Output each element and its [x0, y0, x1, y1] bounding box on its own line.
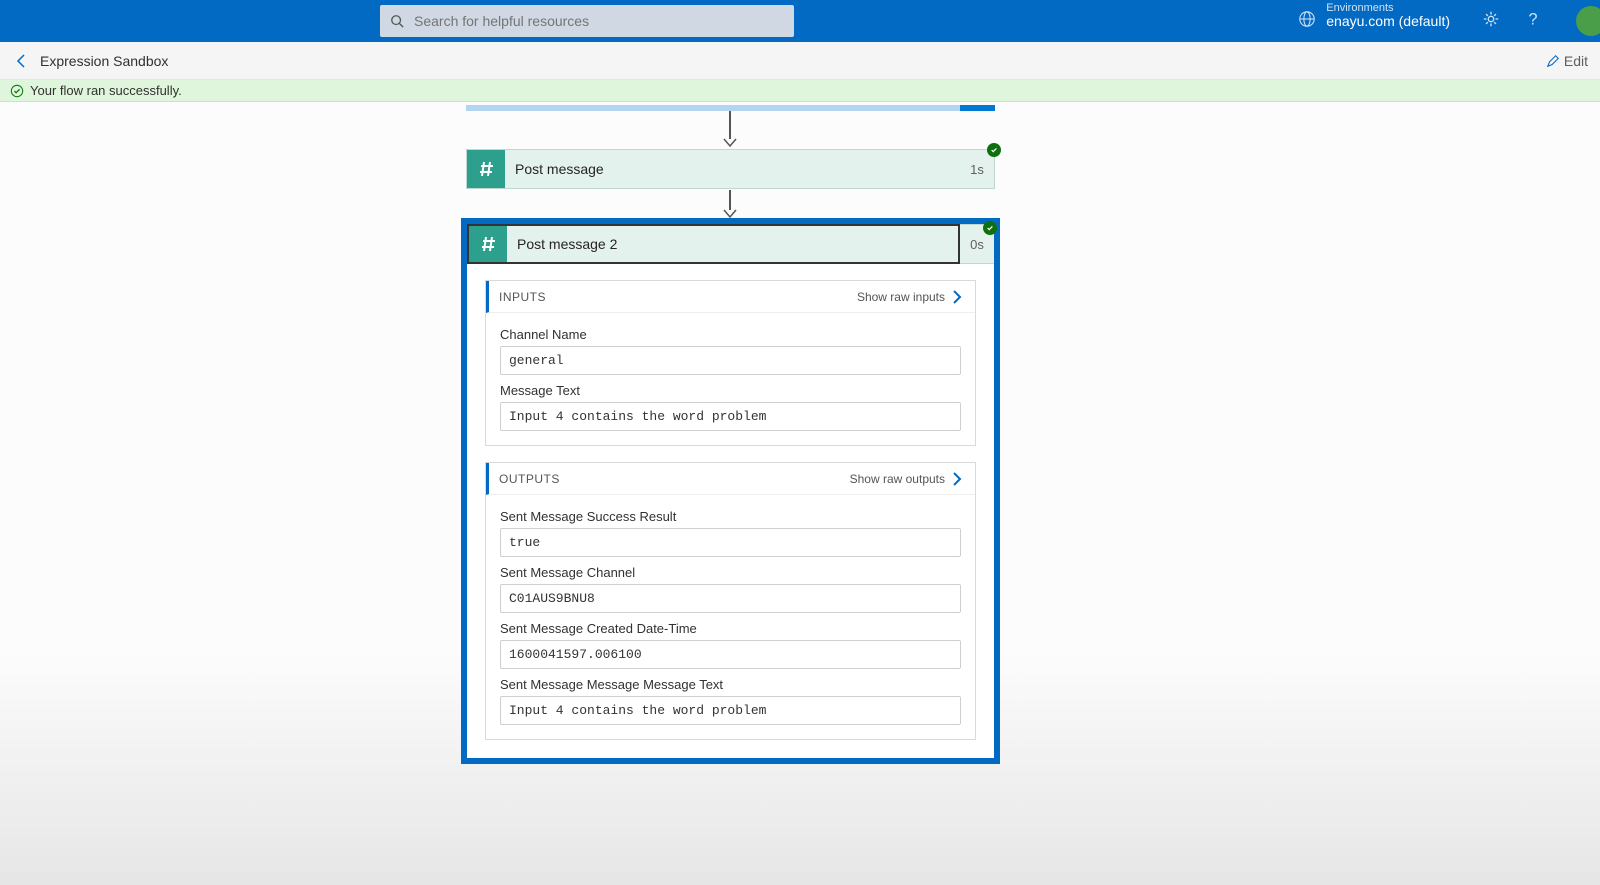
settings-button[interactable]	[1482, 10, 1500, 33]
message-text-value: Input 4 contains the word problem	[500, 402, 961, 431]
edit-label: Edit	[1564, 53, 1588, 69]
outputs-heading: OUTPUTS	[499, 472, 850, 486]
notification-bar: Your flow ran successfully.	[0, 80, 1600, 102]
help-button[interactable]: ?	[1524, 10, 1542, 33]
channel-name-label: Channel Name	[500, 327, 961, 342]
hash-icon	[478, 234, 498, 254]
gear-icon	[1482, 10, 1500, 28]
app-header: Environments enayu.com (default) ?	[0, 0, 1600, 42]
breadcrumb-row: Expression Sandbox Edit	[0, 42, 1600, 80]
edit-button[interactable]: Edit	[1546, 53, 1588, 69]
step-title: Post message	[515, 161, 960, 177]
search-input[interactable]	[412, 12, 784, 30]
step-title: Post message 2	[507, 236, 617, 252]
notification-text: Your flow ran successfully.	[30, 83, 182, 98]
success-result-value: true	[500, 528, 961, 557]
success-result-label: Sent Message Success Result	[500, 509, 961, 524]
chevron-right-icon	[949, 471, 965, 487]
arrow-down-icon	[723, 138, 737, 148]
sent-channel-value: C01AUS9BNU8	[500, 584, 961, 613]
environment-value: enayu.com (default)	[1326, 14, 1450, 29]
page-title: Expression Sandbox	[40, 53, 168, 69]
created-time-label: Sent Message Created Date-Time	[500, 621, 961, 636]
step-header[interactable]: Post message 2 0s	[467, 224, 994, 264]
outputs-panel: OUTPUTS Show raw outputs Sent Message Su…	[485, 462, 976, 740]
show-raw-outputs-link[interactable]: Show raw outputs	[850, 472, 945, 486]
back-button[interactable]	[14, 53, 30, 69]
chevron-right-icon	[949, 289, 965, 305]
pencil-icon	[1546, 54, 1560, 68]
created-time-value: 1600041597.006100	[500, 640, 961, 669]
inputs-panel-header: INPUTS Show raw inputs	[486, 281, 975, 313]
environment-icon	[1298, 10, 1316, 28]
step-post-message[interactable]: Post message 1s	[466, 149, 995, 189]
search-icon	[390, 14, 404, 28]
check-icon	[990, 146, 998, 154]
sent-text-value: Input 4 contains the word problem	[500, 696, 961, 725]
sent-text-label: Sent Message Message Message Text	[500, 677, 961, 692]
step-post-message-2-expanded: Post message 2 0s INPUTS Show raw inputs…	[461, 218, 1000, 764]
outputs-panel-header: OUTPUTS Show raw outputs	[486, 463, 975, 495]
show-raw-inputs-link[interactable]: Show raw inputs	[857, 290, 945, 304]
inputs-heading: INPUTS	[499, 290, 857, 304]
connector-line	[729, 190, 731, 210]
slack-connector-icon	[467, 150, 505, 188]
check-icon	[986, 224, 994, 232]
inputs-panel: INPUTS Show raw inputs Channel Name gene…	[485, 280, 976, 446]
slack-connector-icon	[469, 226, 507, 262]
channel-name-value: general	[500, 346, 961, 375]
svg-text:?: ?	[1529, 10, 1538, 28]
sent-channel-label: Sent Message Channel	[500, 565, 961, 580]
connector-line	[729, 111, 731, 139]
search-box[interactable]	[380, 5, 794, 37]
help-icon: ?	[1524, 10, 1542, 28]
status-badge-success	[983, 221, 997, 235]
step-duration: 1s	[960, 150, 994, 188]
user-avatar[interactable]	[1576, 6, 1600, 36]
environment-picker[interactable]: Environments enayu.com (default)	[1298, 2, 1450, 29]
message-text-label: Message Text	[500, 383, 961, 398]
flow-canvas[interactable]: Post message 1s Post message 2 0s INPUTS	[0, 102, 1600, 885]
status-badge-success	[987, 143, 1001, 157]
hash-icon	[476, 159, 496, 179]
success-icon	[10, 84, 24, 98]
